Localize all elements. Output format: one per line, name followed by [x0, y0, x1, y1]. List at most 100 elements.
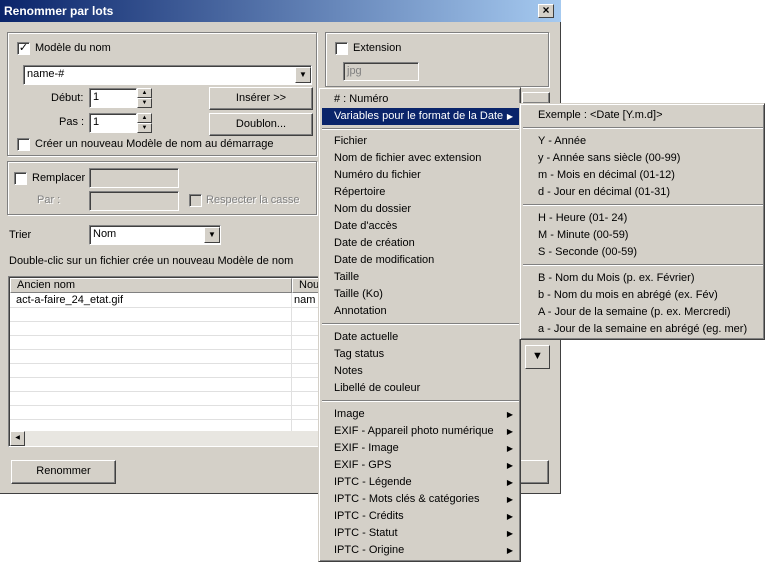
- menu-item-repertoire[interactable]: Répertoire: [322, 184, 519, 201]
- sort-label: Trier: [9, 229, 32, 241]
- submenu-item-month[interactable]: m - Mois en décimal (01-12): [523, 167, 763, 184]
- hint-text: Double-clic sur un fichier crée un nouve…: [9, 255, 294, 267]
- submenu-item-hour[interactable]: H - Heure (01- 24): [523, 210, 763, 227]
- name-model-dropdown-icon[interactable]: ▼: [295, 67, 311, 83]
- menu-item-exif-image[interactable]: EXIF - Image ▶: [322, 440, 519, 457]
- submenu-item-minute[interactable]: M - Minute (00-59): [523, 227, 763, 244]
- submenu-item-year-short[interactable]: y - Année sans siècle (00-99): [523, 150, 763, 167]
- menu-item-date-modification[interactable]: Date de modification: [322, 252, 519, 269]
- menu-item-exif-gps[interactable]: EXIF - GPS ▶: [322, 457, 519, 474]
- submenu-item-month-name[interactable]: B - Nom du Mois (p. ex. Février): [523, 270, 763, 287]
- submenu-item-second[interactable]: S - Seconde (00-59): [523, 244, 763, 261]
- replace-label: Remplacer: [32, 172, 86, 184]
- row-old-name: act-a-faire_24_etat.gif: [16, 294, 124, 306]
- submenu-item-example[interactable]: Exemple : <Date [Y.m.d]>: [523, 107, 763, 124]
- column-header-old-name[interactable]: Ancien nom: [10, 278, 292, 293]
- menu-item-nom-dossier[interactable]: Nom du dossier: [322, 201, 519, 218]
- row-new-name: nam: [294, 294, 316, 306]
- debut-spin-down-icon[interactable]: ▼: [137, 98, 152, 108]
- submenu-arrow-icon: ▶: [506, 410, 513, 419]
- replace-checkbox[interactable]: [14, 172, 27, 185]
- menu-item-iptc-legende[interactable]: IPTC - Légende ▶: [322, 474, 519, 491]
- submenu-item-day[interactable]: d - Jour en décimal (01-31): [523, 184, 763, 201]
- menu-item-nom-fichier-extension[interactable]: Nom de fichier avec extension: [322, 150, 519, 167]
- menu-item-tag-status[interactable]: Tag status: [322, 346, 519, 363]
- menu-item-date-creation[interactable]: Date de création: [322, 235, 519, 252]
- menu-item-taille[interactable]: Taille: [322, 269, 519, 286]
- sort-value: Nom: [93, 228, 117, 240]
- name-model-label: Modèle du nom: [35, 42, 111, 54]
- pas-label: Pas :: [59, 116, 85, 128]
- menu-item-iptc-statut-label: IPTC - Statut: [334, 527, 398, 539]
- menu-item-image[interactable]: Image ▶: [322, 406, 519, 423]
- new-model-checkbox[interactable]: [17, 138, 30, 151]
- submenu-arrow-icon: ▶: [506, 478, 513, 487]
- name-model-value: name-#: [27, 68, 65, 80]
- menu-item-iptc-credits[interactable]: IPTC - Crédits ▶: [322, 508, 519, 525]
- menu-item-notes[interactable]: Notes: [322, 363, 519, 380]
- menu-item-image-label: Image: [334, 408, 365, 420]
- menu-item-iptc-statut[interactable]: IPTC - Statut ▶: [322, 525, 519, 542]
- pas-input[interactable]: 1: [89, 113, 137, 133]
- file-list[interactable]: Ancien nom Nou act-a-faire_24_etat.gif n…: [8, 276, 328, 447]
- title-bar[interactable]: Renommer par lots ×: [0, 0, 561, 22]
- menu-item-iptc-origine[interactable]: IPTC - Origine ▶: [322, 542, 519, 559]
- menu-item-iptc-mots-cles-label: IPTC - Mots clés & catégories: [334, 493, 480, 505]
- menu-item-exif-appareil[interactable]: EXIF - Appareil photo numérique ▶: [322, 423, 519, 440]
- replace-input[interactable]: [89, 168, 179, 188]
- menu-item-annotation[interactable]: Annotation: [322, 303, 519, 320]
- menu-item-iptc-origine-label: IPTC - Origine: [334, 544, 405, 556]
- menu-item-date-actuelle[interactable]: Date actuelle: [322, 329, 519, 346]
- menu-item-exif-image-label: EXIF - Image: [334, 442, 399, 454]
- pas-spin-up-icon[interactable]: ▲: [137, 113, 152, 123]
- table-row[interactable]: act-a-faire_24_etat.gif nam: [10, 293, 327, 307]
- hidden-right-button[interactable]: [519, 460, 549, 484]
- submenu-arrow-icon: ▶: [506, 461, 513, 470]
- date-format-submenu: Exemple : <Date [Y.m.d]> Y - Année y - A…: [519, 103, 765, 340]
- menu-item-iptc-mots-cles[interactable]: IPTC - Mots clés & catégories ▶: [322, 491, 519, 508]
- submenu-arrow-icon: ▶: [506, 546, 513, 555]
- debut-spin-up-icon[interactable]: ▲: [137, 88, 152, 98]
- menu-item-iptc-credits-label: IPTC - Crédits: [334, 510, 404, 522]
- debut-label: Début:: [51, 92, 84, 104]
- submenu-item-weekday-abbr[interactable]: a - Jour de la semaine en abrégé (eg. me…: [523, 321, 763, 338]
- menu-item-exif-appareil-label: EXIF - Appareil photo numérique: [334, 425, 494, 437]
- new-model-label: Créer un nouveau Modèle de nom au démarr…: [35, 138, 274, 150]
- submenu-item-year[interactable]: Y - Année: [523, 133, 763, 150]
- insert-button[interactable]: Insérer >>: [209, 87, 313, 110]
- name-model-checkbox[interactable]: ✓: [17, 42, 30, 55]
- name-model-combo[interactable]: name-#: [23, 65, 312, 85]
- menu-item-libelle-couleur[interactable]: Libellé de couleur: [322, 380, 519, 397]
- par-input[interactable]: [89, 191, 179, 211]
- menu-item-fichier[interactable]: Fichier: [322, 133, 519, 150]
- submenu-arrow-icon: ▶: [506, 444, 513, 453]
- doublon-button[interactable]: Doublon...: [209, 113, 313, 136]
- scroll-left-icon[interactable]: ◀: [10, 431, 25, 446]
- extension-label: Extension: [353, 42, 402, 54]
- dropdown-arrow-icon[interactable]: ▼: [525, 345, 550, 369]
- extension-input[interactable]: jpg: [343, 62, 419, 81]
- sort-select[interactable]: Nom: [89, 225, 221, 245]
- menu-item-date-acces[interactable]: Date d'accès: [322, 218, 519, 235]
- close-button[interactable]: ×: [538, 4, 554, 18]
- submenu-arrow-icon: ▶: [506, 512, 513, 521]
- extension-checkbox[interactable]: [335, 42, 348, 55]
- menu-item-iptc-legende-label: IPTC - Légende: [334, 476, 412, 488]
- sort-dropdown-icon[interactable]: ▼: [204, 227, 220, 243]
- debut-input[interactable]: 1: [89, 88, 137, 108]
- menu-item-numero-fichier[interactable]: Numéro du fichier: [322, 167, 519, 184]
- submenu-arrow-icon: ▶: [506, 427, 513, 436]
- menu-item-date-variables-label: Variables pour le format de la Date: [334, 110, 504, 122]
- menu-item-date-variables[interactable]: Variables pour le format de la Date ▶: [322, 108, 519, 125]
- case-label: Respecter la casse: [206, 194, 300, 206]
- rename-button[interactable]: Renommer: [11, 460, 116, 484]
- dialog-title: Renommer par lots: [4, 4, 114, 18]
- menu-item-taille-ko[interactable]: Taille (Ko): [322, 286, 519, 303]
- menu-item-numero[interactable]: # : Numéro: [322, 91, 519, 108]
- submenu-item-month-abbr[interactable]: b - Nom du mois en abrégé (ex. Fév): [523, 287, 763, 304]
- submenu-arrow-icon: ▶: [506, 495, 513, 504]
- pas-spin-down-icon[interactable]: ▼: [137, 123, 152, 133]
- case-checkbox[interactable]: [189, 194, 202, 207]
- horizontal-scrollbar[interactable]: ◀: [10, 431, 327, 446]
- submenu-item-weekday[interactable]: A - Jour de la semaine (p. ex. Mercredi): [523, 304, 763, 321]
